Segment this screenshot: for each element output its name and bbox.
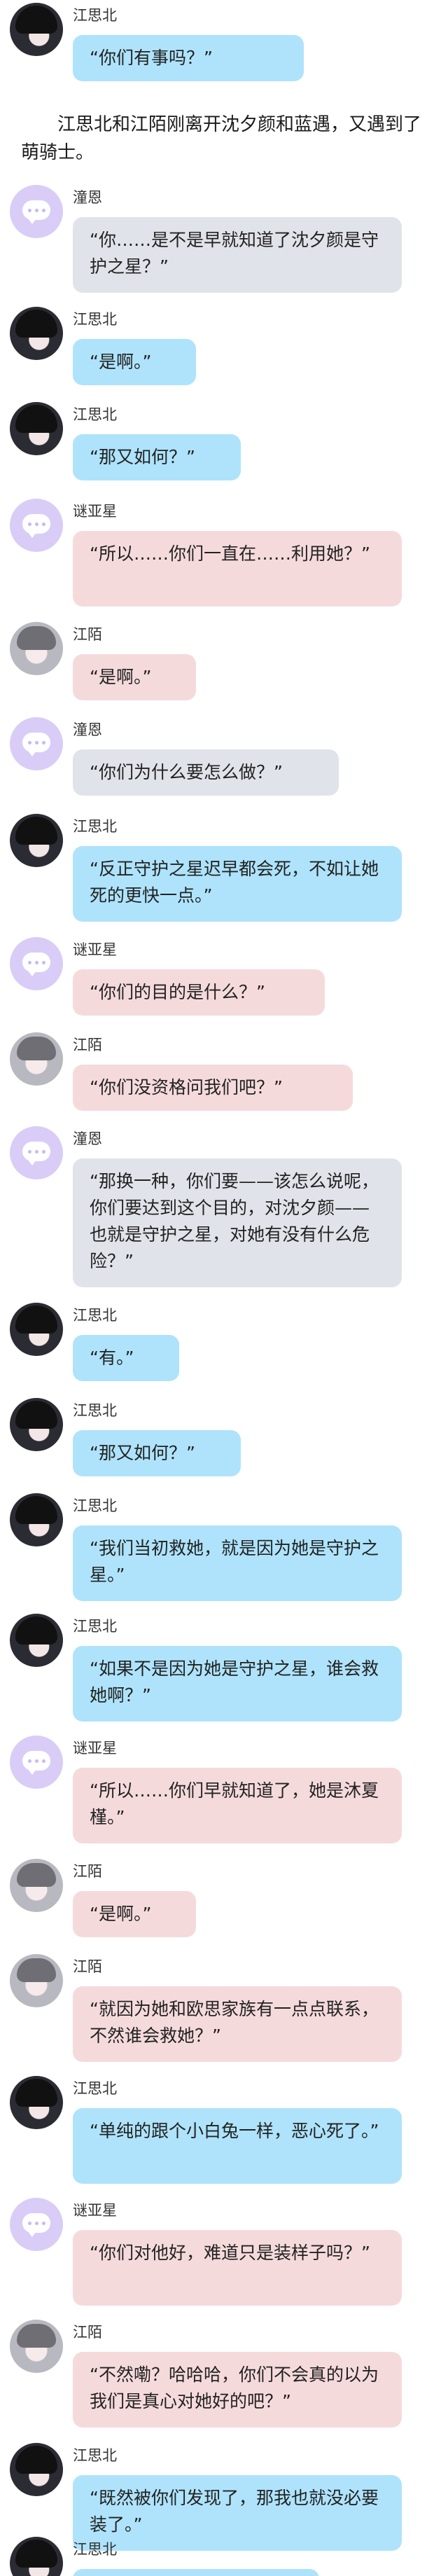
message-bubble[interactable]: “就因为她和欧思家族有一点点联系，不然谁会救她？” xyxy=(73,1986,402,2062)
avatar-hair-shape xyxy=(17,626,56,650)
avatar-dark-hair[interactable] xyxy=(10,2537,63,2576)
message-bubble[interactable]: “是啊。” xyxy=(73,654,196,700)
avatar-dark-hair[interactable] xyxy=(10,1398,63,1451)
chat-thread: 江思北和江陌刚离开沈夕颜和蓝遇，又遇到了萌骑士。 江思北 “你们有事吗？” 潼恩 “你… xyxy=(0,0,448,2576)
chat-bubble-avatar-icon[interactable] xyxy=(10,1736,63,1789)
avatar-dark-hair[interactable] xyxy=(10,3,63,56)
chat-bubble-avatar-icon[interactable] xyxy=(10,185,63,238)
avatar-light-hair[interactable] xyxy=(10,622,63,675)
avatar-dark-hair[interactable] xyxy=(10,307,63,360)
chat-bubble-avatar-icon[interactable] xyxy=(10,1126,63,1179)
speech-dots-icon xyxy=(22,733,50,756)
speaker-name: 江思北 xyxy=(73,2447,117,2464)
chat-bubble-avatar-icon[interactable] xyxy=(10,717,63,770)
speaker-name: 江思北 xyxy=(73,406,117,423)
speaker-name: 江陌 xyxy=(73,2324,102,2341)
message-bubble[interactable]: “反正守护之星迟早都会死，不如让她死的更快一点。” xyxy=(73,846,402,922)
avatar-hair-shape xyxy=(15,405,57,433)
speaker-name: 江思北 xyxy=(73,1618,117,1635)
speech-dots-icon xyxy=(22,953,50,976)
avatar-hair-shape xyxy=(17,2324,56,2348)
avatar-hair-shape xyxy=(15,1306,57,1334)
avatar-hair-shape xyxy=(15,1496,57,1524)
message-bubble[interactable]: “既然被你们发现了，那我也就没必要装了。” xyxy=(73,2475,402,2551)
avatar-dark-hair[interactable] xyxy=(10,402,63,455)
speaker-name: 谜亚星 xyxy=(73,1740,117,1757)
speaker-name: 潼恩 xyxy=(73,1130,102,1147)
avatar-hair-shape xyxy=(15,1616,57,1644)
message-bubble[interactable]: “你们为什么要怎么做？” xyxy=(73,749,339,796)
message-bubble[interactable]: “有。” xyxy=(73,1335,179,1381)
avatar-light-hair[interactable] xyxy=(10,2320,63,2373)
avatar-hair-shape xyxy=(15,6,57,34)
speaker-name: 江思北 xyxy=(73,1497,117,1514)
avatar-light-hair[interactable] xyxy=(10,1032,63,1086)
speaker-name: 江思北 xyxy=(73,2541,117,2558)
chat-bubble-avatar-icon[interactable] xyxy=(10,937,63,990)
speaker-name: 江思北 xyxy=(73,1402,117,1419)
avatar-hair-shape xyxy=(15,2079,57,2107)
avatar-hair-shape xyxy=(15,310,57,338)
avatar-hair-shape xyxy=(15,2446,57,2474)
speech-dots-icon xyxy=(22,514,50,538)
message-bubble[interactable]: “你……是不是早就知道了沈夕颜是守护之星？” xyxy=(73,217,402,293)
message-bubble[interactable]: “你们对他好，难道只是装样子吗？” xyxy=(73,2230,402,2306)
speaker-name: 潼恩 xyxy=(73,721,102,738)
avatar-dark-hair[interactable] xyxy=(10,2076,63,2129)
avatar-dark-hair[interactable] xyxy=(10,1493,63,1546)
message-bubble[interactable]: “是啊。” xyxy=(73,339,196,385)
avatar-dark-hair[interactable] xyxy=(10,1303,63,1356)
message-bubble[interactable]: “如果不是因为她是守护之星，谁会救她啊？” xyxy=(73,1646,402,1722)
avatar-dark-hair[interactable] xyxy=(10,2443,63,2496)
message-bubble[interactable]: “那又如何？” xyxy=(73,1430,241,1476)
chat-bubble-avatar-icon[interactable] xyxy=(10,2198,63,2251)
avatar-hair-shape xyxy=(17,1863,56,1887)
speaker-name: 江思北 xyxy=(73,2080,117,2097)
message-bubble[interactable]: “你们有事吗？” xyxy=(73,35,304,81)
message-bubble[interactable]: “装的我恶心死了。” xyxy=(73,2569,319,2576)
speaker-name: 江思北 xyxy=(73,1307,117,1324)
speaker-name: 潼恩 xyxy=(73,189,102,206)
message-bubble[interactable]: “你们没资格问我们吧？” xyxy=(73,1065,353,1111)
speaker-name: 江思北 xyxy=(73,7,117,24)
avatar-hair-shape xyxy=(15,2540,57,2568)
avatar-light-hair[interactable] xyxy=(10,1954,63,2007)
speech-dots-icon xyxy=(22,1142,50,1165)
narration-text: 江思北和江陌刚离开沈夕颜和蓝遇，又遇到了萌骑士。 xyxy=(21,114,422,163)
message-bubble[interactable]: “是啊。” xyxy=(73,1891,196,1937)
speaker-name: 江思北 xyxy=(73,818,117,835)
chat-bubble-avatar-icon[interactable] xyxy=(10,499,63,552)
speaker-name: 江陌 xyxy=(73,1958,102,1975)
message-bubble[interactable]: “你们的目的是什么？” xyxy=(73,969,325,1016)
avatar-light-hair[interactable] xyxy=(10,1859,63,1912)
message-bubble[interactable]: “所以……你们早就知道了，她是沐夏槿。” xyxy=(73,1768,402,1843)
speech-dots-icon xyxy=(22,2213,50,2237)
avatar-dark-hair[interactable] xyxy=(10,1614,63,1667)
speaker-name: 江陌 xyxy=(73,1037,102,1053)
speaker-name: 谜亚星 xyxy=(73,2202,117,2219)
speaker-name: 江思北 xyxy=(73,311,117,328)
avatar-hair-shape xyxy=(15,1401,57,1429)
speech-dots-icon xyxy=(22,200,50,224)
message-bubble[interactable]: “那换一种，你们要——该怎么说呢，你们要达到这个目的，对沈夕颜——也就是守护之星… xyxy=(73,1158,402,1287)
speaker-name: 江陌 xyxy=(73,626,102,643)
speaker-name: 江陌 xyxy=(73,1863,102,1880)
speech-dots-icon xyxy=(22,1751,50,1775)
speaker-name: 谜亚星 xyxy=(73,941,117,958)
message-bubble[interactable]: “所以……你们一直在……利用她？” xyxy=(73,531,402,607)
avatar-hair-shape xyxy=(17,1037,56,1060)
speaker-name: 谜亚星 xyxy=(73,503,117,520)
message-bubble[interactable]: “不然嘞？哈哈哈，你们不会真的以为我们是真心对她好的吧？” xyxy=(73,2352,402,2428)
avatar-hair-shape xyxy=(17,1958,56,1982)
message-bubble[interactable]: “那又如何？” xyxy=(73,434,241,480)
message-bubble[interactable]: “我们当初救她，就是因为她是守护之星。” xyxy=(73,1525,402,1601)
avatar-dark-hair[interactable] xyxy=(10,814,63,867)
avatar-hair-shape xyxy=(15,817,57,845)
message-bubble[interactable]: “单纯的跟个小白兔一样，恶心死了。” xyxy=(73,2108,402,2184)
